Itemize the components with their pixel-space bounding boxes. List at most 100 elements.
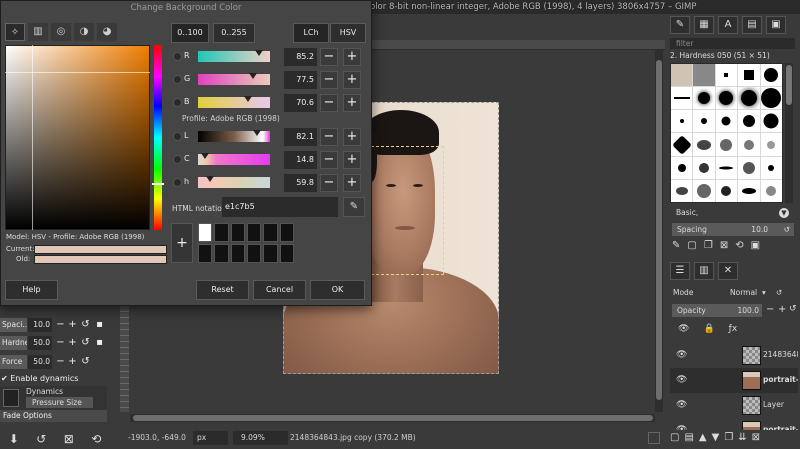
channel-row-h[interactable]: h 59.8− + (171, 174, 366, 192)
chevron-down-icon[interactable]: ▾ (762, 286, 766, 299)
channel-radio[interactable] (173, 75, 182, 84)
reset-icon[interactable]: ↺ (789, 304, 797, 314)
plus-icon[interactable]: + (343, 94, 361, 112)
brush-cell[interactable] (738, 64, 760, 87)
brush-cell[interactable] (671, 133, 693, 156)
gimp-selector-icon[interactable]: ✧ (5, 23, 25, 41)
brush-cell[interactable] (693, 110, 715, 133)
brush-cell[interactable] (738, 87, 760, 110)
brush-scrollbar[interactable] (785, 63, 793, 203)
edit-brush-icon[interactable]: ✎ (672, 240, 680, 254)
history-swatch[interactable] (263, 223, 278, 242)
slider-marker[interactable] (249, 73, 258, 79)
range-0-255-button[interactable]: 0..255 (213, 23, 255, 43)
cancel-button[interactable]: Cancel (253, 280, 306, 300)
fonts-tab-icon[interactable]: A (718, 16, 738, 34)
brush-cell[interactable] (671, 156, 693, 179)
new-group-icon[interactable]: ▤ (684, 432, 693, 446)
channel-value[interactable]: 70.6 (284, 94, 317, 112)
minus-icon[interactable]: − (766, 304, 774, 315)
channel-row-b[interactable]: B 70.6− + (171, 94, 366, 112)
channel-value[interactable]: 82.1 (284, 128, 317, 146)
brush-filter-input[interactable]: filter (670, 38, 795, 49)
brush-cell[interactable] (671, 110, 693, 133)
restore-icon[interactable]: ↺ (36, 432, 46, 446)
channel-radio[interactable] (173, 52, 182, 61)
eye-icon[interactable]: 👁 (676, 350, 687, 360)
horizontal-scroll-thumb[interactable] (133, 415, 653, 421)
selection-marquee[interactable] (371, 146, 444, 275)
brush-cell[interactable] (693, 133, 715, 156)
brush-cell[interactable] (671, 64, 693, 87)
slider-marker[interactable] (205, 176, 214, 182)
channel-radio[interactable] (173, 178, 182, 187)
brushes-tab-icon[interactable]: ✎ (670, 16, 690, 34)
watercolor-selector-icon[interactable]: ◑ (74, 23, 94, 41)
slider-marker[interactable] (255, 50, 264, 56)
history-swatch[interactable] (246, 244, 262, 263)
opacity-value[interactable]: 100.0 (738, 304, 759, 317)
brush-cell[interactable] (760, 156, 782, 179)
brush-cell[interactable] (693, 64, 715, 87)
hue-marker[interactable] (152, 183, 164, 185)
refresh-brushes-icon[interactable]: ⟲ (735, 240, 743, 254)
channel-row-g[interactable]: G 77.5− + (171, 71, 366, 89)
eye-icon[interactable]: 👁 (676, 425, 687, 430)
triangle-selector-icon[interactable]: ◎ (51, 23, 71, 41)
layer-row[interactable]: 👁 portrait-yo (670, 368, 798, 393)
layer-row[interactable]: 👁 portrait-w (670, 418, 798, 430)
gradient-tab-icon[interactable]: ▣ (766, 16, 786, 34)
slider-marker[interactable] (201, 153, 210, 159)
brush-cell[interactable] (693, 179, 715, 202)
layers-list[interactable]: 👁 21483648 👁 portrait-yo 👁 Layer 👁 portr… (670, 340, 798, 430)
minus-icon[interactable]: − (320, 71, 338, 89)
new-brush-icon[interactable]: ▢ (687, 240, 696, 254)
channel-slider[interactable] (198, 73, 270, 85)
brush-grid[interactable] (670, 63, 783, 203)
brush-cell[interactable] (715, 64, 738, 87)
plus-icon[interactable]: + (343, 48, 361, 66)
add-to-history-button[interactable]: + (171, 223, 193, 263)
history-swatch[interactable] (230, 244, 245, 263)
eye-icon[interactable]: 👁 (676, 400, 687, 410)
slider-marker[interactable] (244, 96, 253, 102)
raise-layer-icon[interactable]: ▲ (699, 432, 707, 446)
paths-tab-icon[interactable]: ✕ (718, 262, 738, 280)
brush-cell[interactable] (760, 179, 782, 202)
brush-cell[interactable] (738, 156, 760, 179)
history-swatch[interactable] (279, 244, 294, 263)
zoom-select[interactable]: 9.09% (233, 431, 288, 445)
plus-icon[interactable]: + (343, 174, 361, 192)
plus-icon[interactable]: + (67, 337, 78, 349)
channel-row-l[interactable]: L 82.1− + (171, 128, 366, 146)
brush-cell[interactable] (693, 156, 715, 179)
channel-value[interactable]: 14.8 (284, 151, 317, 169)
range-0-100-button[interactable]: 0..100 (171, 23, 209, 43)
mode-select[interactable]: Normal (730, 286, 757, 299)
channel-slider[interactable] (198, 96, 270, 108)
minus-icon[interactable]: − (320, 94, 338, 112)
delete-brush-icon[interactable]: ⊠ (720, 240, 728, 254)
minus-icon[interactable]: − (320, 48, 338, 66)
save-icon[interactable]: ⬇ (9, 432, 19, 446)
help-button[interactable]: Help (5, 280, 58, 300)
hsv-button[interactable]: HSV (330, 23, 366, 43)
plus-icon[interactable]: + (343, 151, 361, 169)
opacity-field[interactable]: Opacity 100.0 (672, 304, 762, 317)
brush-cell[interactable] (715, 133, 738, 156)
new-layer-icon[interactable]: ▢ (670, 432, 679, 446)
eye-icon[interactable]: 👁 (676, 375, 687, 385)
patterns-tab-icon[interactable]: ▦ (694, 16, 714, 34)
option-value[interactable]: 50.0 (28, 336, 52, 350)
channel-row-c[interactable]: C 14.8− + (171, 151, 366, 169)
brush-cell[interactable] (760, 133, 782, 156)
brush-cell[interactable] (715, 110, 738, 133)
channel-value[interactable]: 85.2 (284, 48, 317, 66)
reset-all-icon[interactable]: ⟲ (91, 432, 101, 446)
plus-icon[interactable]: + (67, 319, 78, 331)
reset-icon[interactable]: ↺ (80, 356, 91, 368)
brush-cell[interactable] (738, 179, 760, 202)
dynamics-icon[interactable] (3, 389, 19, 407)
brush-preset-select[interactable]: Basic, ▼ (670, 207, 795, 219)
brush-scroll-thumb[interactable] (786, 65, 792, 105)
